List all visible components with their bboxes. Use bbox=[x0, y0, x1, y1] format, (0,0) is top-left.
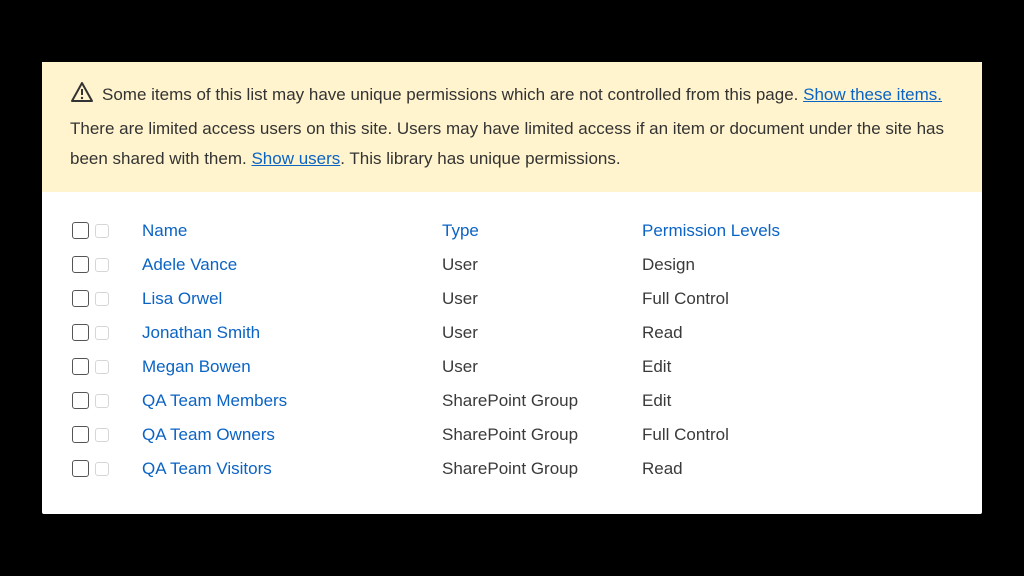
table-row: Megan BowenUserEdit bbox=[72, 350, 952, 384]
principal-type: User bbox=[442, 289, 642, 309]
principal-type: User bbox=[442, 255, 642, 275]
permissions-panel: Some items of this list may have unique … bbox=[42, 62, 982, 513]
principal-name-link[interactable]: Lisa Orwel bbox=[142, 289, 442, 309]
notice-text-1: Some items of this list may have unique … bbox=[102, 85, 803, 104]
permission-level: Read bbox=[642, 323, 952, 343]
table-row: QA Team MembersSharePoint GroupEdit bbox=[72, 384, 952, 418]
row-checkbox[interactable] bbox=[72, 256, 89, 273]
row-select-cell bbox=[72, 426, 142, 443]
table-row: Adele VanceUserDesign bbox=[72, 248, 952, 282]
notice-banner: Some items of this list may have unique … bbox=[42, 62, 982, 191]
row-select-cell bbox=[72, 392, 142, 409]
principal-type: User bbox=[442, 323, 642, 343]
row-secondary-checkbox[interactable] bbox=[95, 292, 109, 306]
principal-type: SharePoint Group bbox=[442, 459, 642, 479]
select-all-checkbox[interactable] bbox=[72, 222, 89, 239]
principal-name-link[interactable]: Jonathan Smith bbox=[142, 323, 442, 343]
show-items-link[interactable]: Show these items. bbox=[803, 85, 942, 104]
permission-level: Read bbox=[642, 459, 952, 479]
row-select-cell bbox=[72, 460, 142, 477]
principal-type: SharePoint Group bbox=[442, 425, 642, 445]
row-checkbox[interactable] bbox=[72, 392, 89, 409]
permission-level: Edit bbox=[642, 357, 952, 377]
table-header-row: Name Type Permission Levels bbox=[72, 214, 952, 248]
permission-level: Edit bbox=[642, 391, 952, 411]
warning-icon bbox=[70, 80, 94, 114]
principal-type: User bbox=[442, 357, 642, 377]
notice-text-3: . This library has unique permissions. bbox=[340, 149, 620, 168]
row-checkbox[interactable] bbox=[72, 460, 89, 477]
row-secondary-checkbox[interactable] bbox=[95, 258, 109, 272]
column-header-type[interactable]: Type bbox=[442, 221, 642, 241]
row-select-cell bbox=[72, 256, 142, 273]
principal-name-link[interactable]: QA Team Owners bbox=[142, 425, 442, 445]
select-all-cell bbox=[72, 222, 142, 239]
row-checkbox[interactable] bbox=[72, 324, 89, 341]
permissions-table: Name Type Permission Levels Adele VanceU… bbox=[42, 192, 982, 514]
column-header-permissions[interactable]: Permission Levels bbox=[642, 221, 952, 241]
row-select-cell bbox=[72, 324, 142, 341]
permission-level: Full Control bbox=[642, 425, 952, 445]
row-select-cell bbox=[72, 290, 142, 307]
principal-name-link[interactable]: Adele Vance bbox=[142, 255, 442, 275]
principal-name-link[interactable]: QA Team Visitors bbox=[142, 459, 442, 479]
row-checkbox[interactable] bbox=[72, 358, 89, 375]
show-users-link[interactable]: Show users bbox=[251, 149, 340, 168]
permission-level: Design bbox=[642, 255, 952, 275]
row-secondary-checkbox[interactable] bbox=[95, 394, 109, 408]
row-secondary-checkbox[interactable] bbox=[95, 428, 109, 442]
row-checkbox[interactable] bbox=[72, 426, 89, 443]
row-secondary-checkbox[interactable] bbox=[95, 326, 109, 340]
select-all-secondary-checkbox[interactable] bbox=[95, 224, 109, 238]
table-row: QA Team VisitorsSharePoint GroupRead bbox=[72, 452, 952, 486]
column-header-name[interactable]: Name bbox=[142, 221, 442, 241]
principal-name-link[interactable]: QA Team Members bbox=[142, 391, 442, 411]
row-checkbox[interactable] bbox=[72, 290, 89, 307]
principal-type: SharePoint Group bbox=[442, 391, 642, 411]
permission-level: Full Control bbox=[642, 289, 952, 309]
row-secondary-checkbox[interactable] bbox=[95, 360, 109, 374]
row-select-cell bbox=[72, 358, 142, 375]
table-row: QA Team OwnersSharePoint GroupFull Contr… bbox=[72, 418, 952, 452]
principal-name-link[interactable]: Megan Bowen bbox=[142, 357, 442, 377]
table-row: Lisa OrwelUserFull Control bbox=[72, 282, 952, 316]
table-row: Jonathan SmithUserRead bbox=[72, 316, 952, 350]
row-secondary-checkbox[interactable] bbox=[95, 462, 109, 476]
